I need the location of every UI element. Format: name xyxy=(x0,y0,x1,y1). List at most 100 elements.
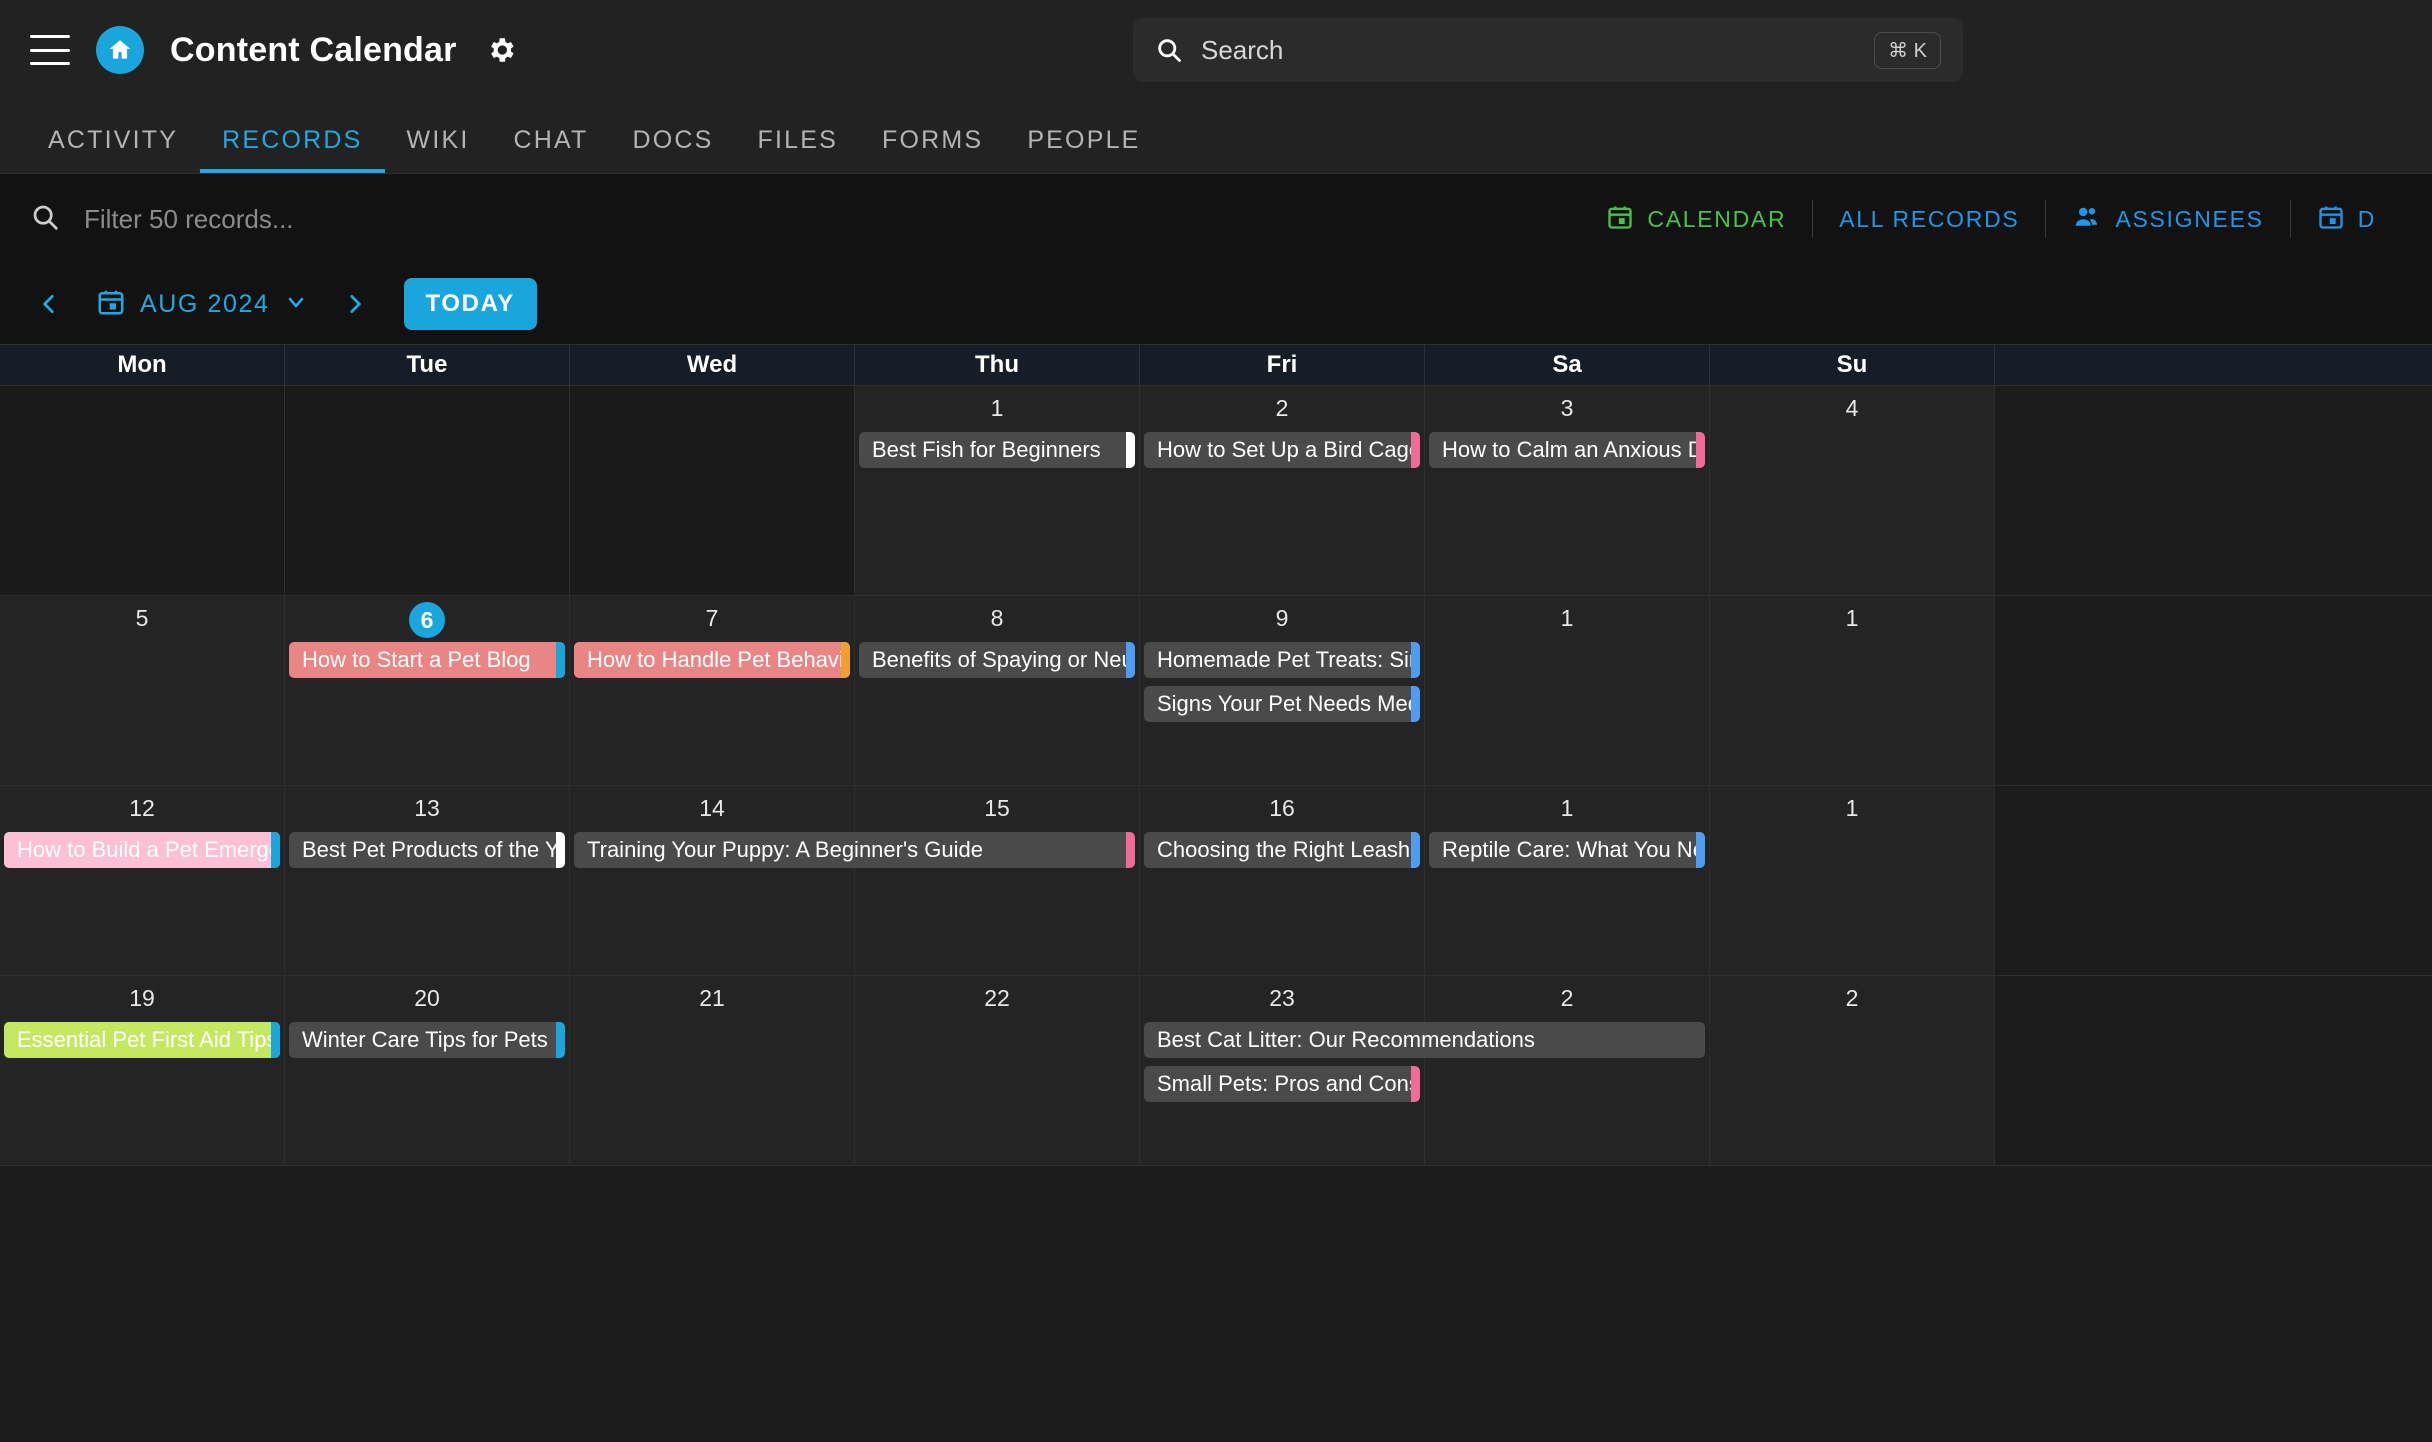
calendar-event-title: Essential Pet First Aid Tips xyxy=(17,1027,271,1052)
calendar-event[interactable]: Signs Your Pet Needs Medical Attention xyxy=(1144,686,1420,722)
calendar-day-cell[interactable]: 13 xyxy=(285,786,570,975)
calendar-day-cell[interactable]: 12 xyxy=(0,786,285,975)
calendar-event-title: Benefits of Spaying or Neutering Your Pe… xyxy=(872,647,1126,672)
calendar-event[interactable]: Homemade Pet Treats: Simple Recipes xyxy=(1144,642,1420,678)
calendar-day-cell[interactable]: 1 xyxy=(1710,596,1995,785)
calendar-day-cell[interactable]: 2 xyxy=(1425,976,1710,1165)
filter-records-input[interactable] xyxy=(84,203,684,235)
calendar-day-number: 22 xyxy=(984,985,1010,1011)
calendar-day-cell[interactable]: 20 xyxy=(285,976,570,1165)
calendar-day-cell[interactable]: 1 xyxy=(1710,786,1995,975)
calendar-day-cell[interactable]: 16 xyxy=(1140,786,1425,975)
next-month-button[interactable] xyxy=(328,285,382,323)
tab-chat[interactable]: CHAT xyxy=(492,126,611,173)
calendar-day-cell[interactable]: 8 xyxy=(855,596,1140,785)
calendar-event[interactable]: Benefits of Spaying or Neutering Your Pe… xyxy=(859,642,1135,678)
calendar-day-cell[interactable]: 5 xyxy=(0,596,285,785)
tab-docs[interactable]: DOCS xyxy=(611,126,736,173)
tab-activity[interactable]: ACTIVITY xyxy=(26,126,200,173)
weekday-header-tue: Tue xyxy=(285,345,570,385)
filter-toolbar: CALENDAR ALL RECORDS ASSIGNEES D xyxy=(0,174,2432,264)
calendar-day-cell[interactable]: 3 xyxy=(1425,386,1710,595)
calendar-event-accent xyxy=(556,1022,565,1058)
tab-forms[interactable]: FORMS xyxy=(860,126,1005,173)
calendar-day-cell-empty[interactable] xyxy=(570,386,855,595)
calendar-event[interactable]: Reptile Care: What You Need to Know xyxy=(1429,832,1705,868)
calendar-event-title: How to Calm an Anxious Dog xyxy=(1442,437,1696,462)
calendar-day-cell-empty[interactable] xyxy=(0,386,285,595)
view-all-records-button[interactable]: ALL RECORDS xyxy=(1813,197,2045,241)
calendar-event[interactable]: How to Set Up a Bird Cage xyxy=(1144,432,1420,468)
calendar-event[interactable]: Winter Care Tips for Pets xyxy=(289,1022,565,1058)
calendar-day-number: 1 xyxy=(1845,605,1859,631)
calendar-day-cell[interactable]: 2 xyxy=(1710,976,1995,1165)
month-picker[interactable]: AUG 2024 xyxy=(82,281,322,328)
calendar-event[interactable]: How to Start a Pet Blog xyxy=(289,642,565,678)
calendar-day-cell[interactable]: 15 xyxy=(855,786,1140,975)
calendar-day-number: 2 xyxy=(1275,395,1289,421)
weekday-header-row: Mon Tue Wed Thu Fri Sa Su xyxy=(0,344,2432,386)
calendar-event[interactable]: Best Cat Litter: Our Recommendations xyxy=(1144,1022,1705,1058)
calendar-event[interactable]: How to Handle Pet Behavior Problems xyxy=(574,642,850,678)
calendar-icon xyxy=(2317,203,2345,236)
tab-files[interactable]: FILES xyxy=(736,126,860,173)
calendar-day-cell[interactable]: 6 xyxy=(285,596,570,785)
calendar-day-cell[interactable]: 22 xyxy=(855,976,1140,1165)
today-button[interactable]: TODAY xyxy=(403,278,537,330)
calendar-day-cell[interactable]: 21 xyxy=(570,976,855,1165)
calendar-day-number: 4 xyxy=(1845,395,1859,421)
calendar-day-number: 12 xyxy=(129,795,155,821)
prev-month-button[interactable] xyxy=(22,285,76,323)
tab-records[interactable]: RECORDS xyxy=(200,126,385,173)
calendar-day-cell[interactable]: 1 xyxy=(1425,786,1710,975)
calendar-event-accent xyxy=(1411,1066,1420,1102)
calendar-event-accent xyxy=(1126,642,1135,678)
calendar-event-title: Small Pets: Pros and Cons xyxy=(1157,1071,1411,1096)
calendar-day-cell[interactable]: 7 xyxy=(570,596,855,785)
view-date-label: D xyxy=(2357,205,2376,232)
calendar-event[interactable]: Choosing the Right Leash and Collar xyxy=(1144,832,1420,868)
calendar-event[interactable]: Small Pets: Pros and Cons xyxy=(1144,1066,1420,1102)
calendar-event-accent xyxy=(1126,432,1135,468)
calendar-event-title: Choosing the Right Leash and Collar xyxy=(1157,837,1411,862)
calendar-event[interactable]: Best Pet Products of the Year xyxy=(289,832,565,868)
calendar-day-number: 14 xyxy=(699,795,725,821)
search-shortcut-badge: ⌘ K xyxy=(1874,31,1941,69)
hamburger-menu-icon[interactable] xyxy=(30,35,70,65)
tab-wiki[interactable]: WIKI xyxy=(385,126,492,173)
home-icon[interactable] xyxy=(96,26,144,74)
calendar-event-title: Training Your Puppy: A Beginner's Guide xyxy=(587,837,983,862)
calendar-day-cell[interactable]: 1 xyxy=(1425,596,1710,785)
calendar-week-row: 5 6 7 8 9 1 1 How to Start a Pet Blog How to Han… xyxy=(0,596,2432,786)
calendar-event[interactable]: How to Calm an Anxious Dog xyxy=(1429,432,1705,468)
calendar-week-row: 1 2 3 4 Best Fish for Beginners How to Set Up… xyxy=(0,386,2432,596)
calendar-day-cell[interactable]: 19 xyxy=(0,976,285,1165)
calendar-event[interactable]: How to Build a Pet Emergency Kit xyxy=(4,832,280,868)
calendar-week-row: 19 20 21 22 23 2 2 Essential Pet First Aid Tips… xyxy=(0,976,2432,1166)
calendar-event[interactable]: Best Fish for Beginners xyxy=(859,432,1135,468)
calendar-event-accent xyxy=(841,642,850,678)
calendar-day-number: 2 xyxy=(1560,985,1574,1011)
search-input[interactable] xyxy=(1201,34,1875,66)
calendar-day-number: 20 xyxy=(414,985,440,1011)
tab-people[interactable]: PEOPLE xyxy=(1005,126,1162,173)
calendar-day-number: 8 xyxy=(990,605,1004,631)
calendar-event[interactable]: Training Your Puppy: A Beginner's Guide xyxy=(574,832,1135,868)
calendar-event[interactable]: Essential Pet First Aid Tips xyxy=(4,1022,280,1058)
global-search[interactable]: ⌘ K xyxy=(1133,18,1963,82)
calendar-event-accent xyxy=(1411,832,1420,868)
calendar-day-cell[interactable]: 2 xyxy=(1140,386,1425,595)
weekday-header-fri: Fri xyxy=(1140,345,1425,385)
calendar-day-cell[interactable]: 4 xyxy=(1710,386,1995,595)
calendar-day-cell[interactable]: 14 xyxy=(570,786,855,975)
calendar-day-cell[interactable]: 1 xyxy=(855,386,1140,595)
weekday-header-sa: Sa xyxy=(1425,345,1710,385)
calendar-event-title: Homemade Pet Treats: Simple Recipes xyxy=(1157,647,1411,672)
view-calendar-button[interactable]: CALENDAR xyxy=(1580,197,1812,241)
calendar-day-number: 16 xyxy=(1269,795,1295,821)
calendar-day-cell-empty[interactable] xyxy=(285,386,570,595)
view-date-button[interactable]: D xyxy=(2291,197,2402,241)
calendar-day-number: 23 xyxy=(1269,985,1295,1011)
gear-icon[interactable] xyxy=(485,34,517,66)
view-assignees-button[interactable]: ASSIGNEES xyxy=(2046,197,2289,241)
